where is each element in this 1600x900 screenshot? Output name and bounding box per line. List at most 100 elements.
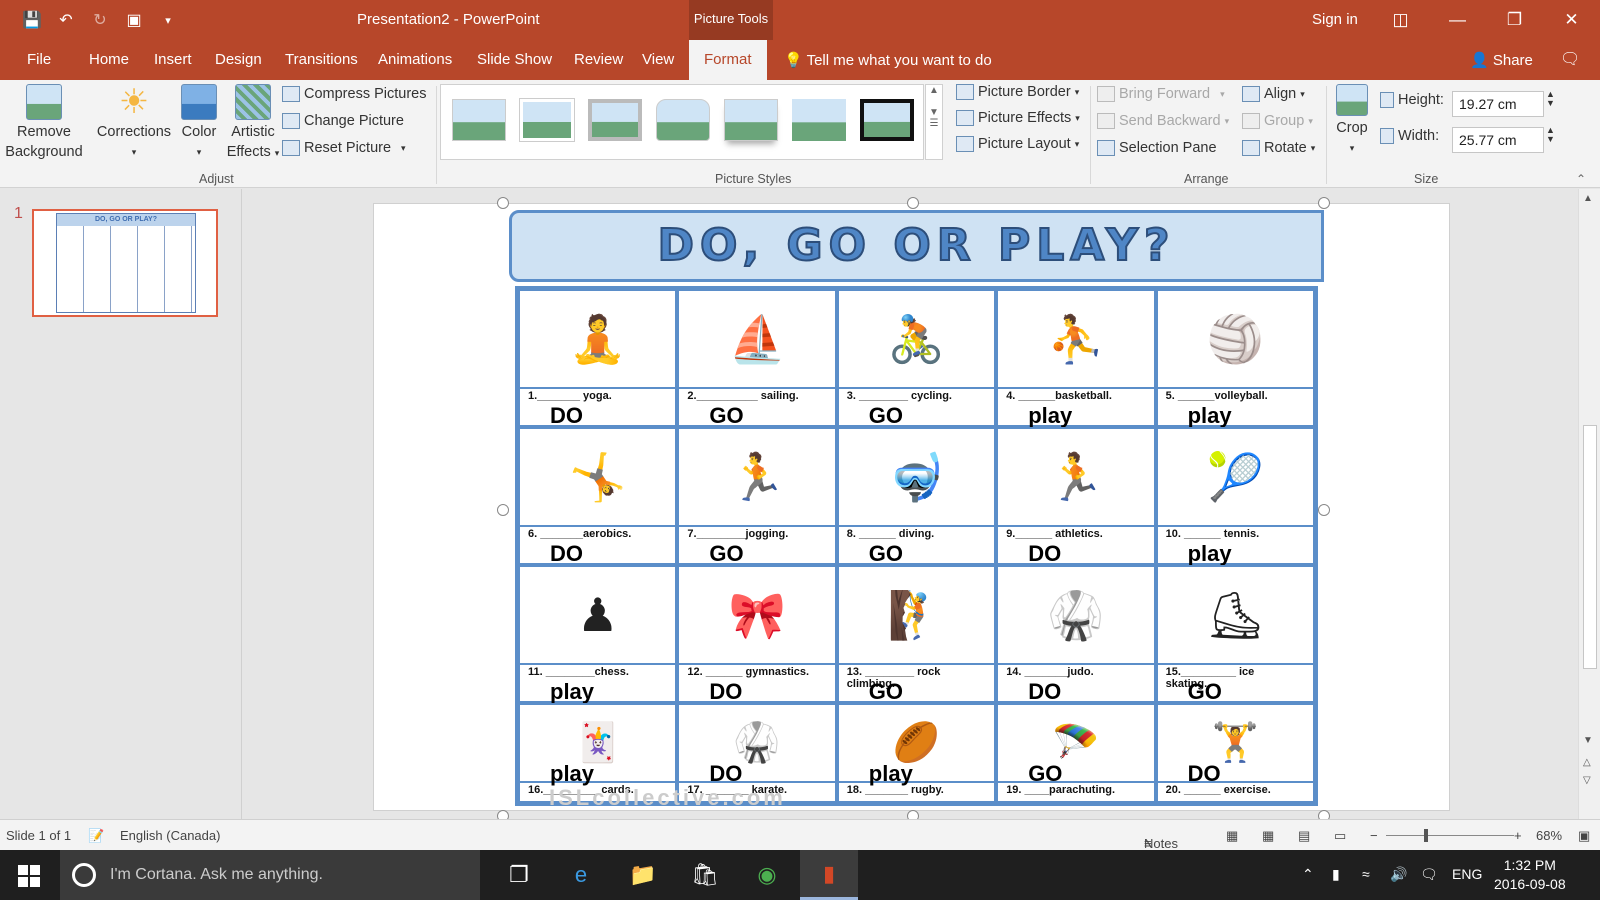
sport-illustration-icon: 🏃 xyxy=(728,450,786,503)
previous-slide-icon[interactable]: △ xyxy=(1583,757,1591,768)
tab-design[interactable]: Design xyxy=(215,51,262,68)
task-view-icon[interactable]: ❐ xyxy=(490,850,548,900)
tab-review[interactable]: Review xyxy=(574,51,623,68)
zoom-slider[interactable] xyxy=(1386,835,1514,836)
zoom-slider-thumb[interactable] xyxy=(1424,829,1428,842)
clock[interactable]: 1:32 PM 2016-09-08 xyxy=(1494,856,1566,894)
style-thumb-6[interactable] xyxy=(792,99,846,141)
style-thumb-7[interactable] xyxy=(860,99,914,141)
slide-sorter-icon[interactable]: ▦ xyxy=(1262,828,1274,844)
close-icon[interactable]: ✕ xyxy=(1543,0,1600,40)
height-spinner[interactable]: ▲ ▼ xyxy=(1546,90,1555,108)
internet-explorer-icon[interactable]: e xyxy=(552,850,610,900)
sign-in-link[interactable]: Sign in xyxy=(1312,11,1358,28)
remove-background-button[interactable]: Remove Background xyxy=(4,84,84,162)
answer-text: DO xyxy=(1187,761,1221,786)
windows-start-icon[interactable] xyxy=(18,865,40,887)
tab-transitions[interactable]: Transitions xyxy=(285,51,358,68)
resize-handle-t[interactable] xyxy=(907,197,919,209)
tab-format[interactable]: Format xyxy=(689,40,767,80)
spellcheck-icon[interactable]: 📝 xyxy=(88,828,104,844)
file-explorer-icon[interactable]: 📁 xyxy=(614,850,672,900)
artistic-effects-button[interactable]: Artistic Effects ▾ xyxy=(224,84,282,163)
picture-border-button[interactable]: Picture Border ▾ xyxy=(956,84,1079,100)
slide-thumbnail-1[interactable]: DO, GO OR PLAY? xyxy=(32,209,218,317)
powerpoint-taskbar-icon[interactable]: ▮ xyxy=(800,850,858,900)
bring-forward-button[interactable]: Bring Forward ▾ xyxy=(1097,86,1225,102)
style-thumb-1[interactable] xyxy=(452,99,506,141)
slide-show-icon[interactable]: ▭ xyxy=(1334,828,1346,844)
style-thumb-5[interactable] xyxy=(724,99,778,141)
corrections-button[interactable]: ☀ Corrections ▾ xyxy=(94,84,174,162)
scroll-thumb[interactable] xyxy=(1583,425,1597,669)
wifi-icon[interactable]: ≈ xyxy=(1362,866,1370,882)
resize-handle-tr[interactable] xyxy=(1318,197,1330,209)
sport-illustration-icon: 🏋 xyxy=(1211,722,1259,764)
style-thumb-3[interactable] xyxy=(588,99,642,141)
zoom-level[interactable]: 68% xyxy=(1536,828,1562,843)
rotate-button[interactable]: Rotate ▾ xyxy=(1242,140,1315,156)
collapse-ribbon-icon[interactable]: ⌃ xyxy=(1576,172,1586,186)
chrome-icon[interactable]: ◉ xyxy=(738,850,796,900)
store-icon[interactable]: 🛍 xyxy=(676,850,734,900)
action-center-icon[interactable]: 🗨 xyxy=(1420,866,1438,883)
resize-handle-r[interactable] xyxy=(1318,504,1330,516)
reading-view-icon[interactable]: ▤ xyxy=(1298,828,1310,844)
input-language[interactable]: ENG xyxy=(1452,866,1482,882)
worksheet-picture[interactable]: DO, GO OR PLAY? 🧘 1._______ yoga. DO ⛵ 2.___… xyxy=(509,210,1324,810)
share-button[interactable]: 👤 Share xyxy=(1470,51,1533,69)
scroll-up-icon[interactable]: ▲ xyxy=(1583,193,1593,204)
group-button[interactable]: Group ▾ xyxy=(1242,113,1313,129)
fit-slide-icon[interactable]: ▣ xyxy=(1578,828,1590,844)
compress-pictures-button[interactable]: Compress Pictures xyxy=(282,86,426,102)
crop-button[interactable]: Crop ▾ xyxy=(1330,84,1374,158)
save-icon[interactable]: 💾 xyxy=(20,8,44,32)
language-indicator[interactable]: English (Canada) xyxy=(120,828,220,843)
gallery-scroll[interactable]: ▲ ▼ ☰ xyxy=(925,84,943,160)
reset-picture-button[interactable]: Reset Picture ▾ xyxy=(282,140,406,156)
color-button[interactable]: Color ▾ xyxy=(176,84,222,162)
width-spinner[interactable]: ▲ ▼ xyxy=(1546,126,1555,144)
comments-icon[interactable]: 🗨 xyxy=(1560,49,1580,69)
zoom-in-icon[interactable]: + xyxy=(1514,828,1522,843)
restore-icon[interactable]: ❐ xyxy=(1486,0,1543,40)
artistic-effects-label-1: Artistic xyxy=(231,124,275,140)
tell-me-search[interactable]: 💡 Tell me what you want to do xyxy=(784,51,992,69)
tab-slide-show[interactable]: Slide Show xyxy=(477,51,552,68)
answer-text: GO xyxy=(868,403,904,428)
picture-layout-button[interactable]: Picture Layout ▾ xyxy=(956,136,1079,152)
battery-icon[interactable]: ▮ xyxy=(1332,866,1340,883)
width-field[interactable]: 25.77 cm xyxy=(1452,127,1544,153)
tab-home[interactable]: Home xyxy=(89,51,129,68)
crop-label: Crop xyxy=(1336,120,1368,136)
tab-view[interactable]: View xyxy=(642,51,674,68)
height-field[interactable]: 19.27 cm xyxy=(1452,91,1544,117)
align-button[interactable]: Align ▾ xyxy=(1242,86,1305,102)
undo-icon[interactable]: ↶ xyxy=(54,8,78,32)
change-picture-button[interactable]: Change Picture xyxy=(282,113,404,129)
cortana-search-box[interactable]: I'm Cortana. Ask me anything. xyxy=(60,850,480,900)
customize-qat-icon[interactable]: ▾ xyxy=(156,8,180,32)
ribbon-display-options-icon[interactable]: ◫ xyxy=(1372,0,1429,40)
answer-text: GO xyxy=(1028,761,1063,786)
style-thumb-2[interactable] xyxy=(519,98,575,142)
tray-chevron-icon[interactable]: ⌃ xyxy=(1302,866,1314,883)
style-thumb-4[interactable] xyxy=(656,99,710,141)
next-slide-icon[interactable]: ▽ xyxy=(1583,775,1591,786)
minimize-icon[interactable]: — xyxy=(1429,0,1486,40)
send-backward-button[interactable]: Send Backward ▾ xyxy=(1097,113,1229,129)
start-from-beginning-icon[interactable]: ▣ xyxy=(122,8,146,32)
picture-effects-button[interactable]: Picture Effects ▾ xyxy=(956,110,1080,126)
normal-view-icon[interactable]: ▦ xyxy=(1226,828,1238,844)
tab-insert[interactable]: Insert xyxy=(154,51,192,68)
zoom-out-icon[interactable]: − xyxy=(1370,828,1378,843)
tab-file[interactable]: File xyxy=(27,51,51,68)
scroll-down-icon[interactable]: ▼ xyxy=(1583,735,1593,746)
redo-icon[interactable]: ↻ xyxy=(88,8,112,32)
resize-handle-l[interactable] xyxy=(497,504,509,516)
vertical-scrollbar[interactable]: ▲ ▼ △ ▽ xyxy=(1578,189,1600,819)
tab-animations[interactable]: Animations xyxy=(378,51,452,68)
resize-handle-tl[interactable] xyxy=(497,197,509,209)
volume-icon[interactable]: 🔊 xyxy=(1390,866,1407,883)
selection-pane-button[interactable]: Selection Pane xyxy=(1097,140,1217,156)
